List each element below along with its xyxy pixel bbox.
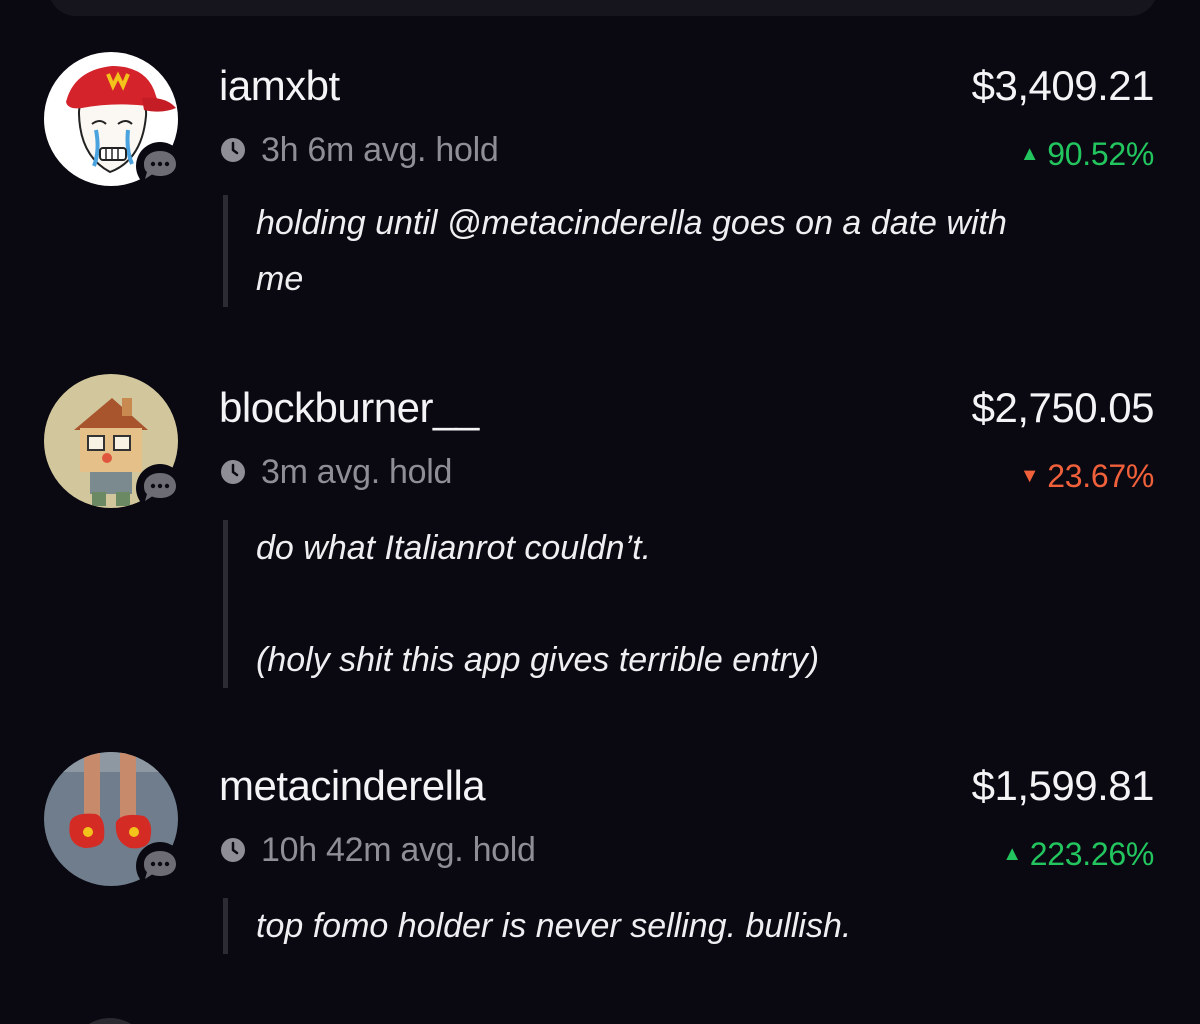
avatar[interactable] <box>44 752 184 890</box>
avg-hold-time: 10h 42m avg. hold <box>261 830 536 869</box>
clock-icon <box>221 838 245 862</box>
comment-line: top fomo holder is never selling. bullis… <box>256 907 852 945</box>
change-percent: 223.26% <box>1029 835 1155 872</box>
avatar[interactable] <box>44 374 184 512</box>
holder-row[interactable]: blockburner__ $2,750.05 3m avg. hold ▼ 2… <box>0 322 1200 722</box>
username[interactable]: metacinderella <box>219 762 486 810</box>
avg-hold-time: 3m avg. hold <box>261 452 453 491</box>
holders-list-screen: iamxbt $3,409.21 3h 6m avg. hold ▲ 90.52… <box>0 0 1200 1024</box>
trend-up-icon: ▲ <box>1019 142 1040 165</box>
trend-up-icon: ▲ <box>1002 842 1022 865</box>
username[interactable]: blockburner__ <box>219 384 479 432</box>
price-change: ▼ 23.67% <box>1019 456 1155 496</box>
holder-comment: holding until @metacinderella goes on a … <box>223 195 1156 307</box>
comment-line: do what Italianrot couldn’t. <box>256 529 652 567</box>
comment-line <box>256 576 1156 632</box>
comment-line: holding until @metacinderella goes on a … <box>256 204 1007 242</box>
avg-hold-time: 3h 6m avg. hold <box>261 130 499 169</box>
clock-icon <box>221 460 245 484</box>
chat-bubble-icon[interactable] <box>136 142 184 190</box>
change-percent: 23.67% <box>1047 457 1154 494</box>
price-change: ▲ 90.52% <box>1019 134 1155 174</box>
comment-line: (holy shit this app gives terrible entry… <box>256 641 820 679</box>
holder-comment: do what Italianrot couldn’t. (holy shit … <box>223 520 1156 688</box>
trend-down-icon: ▼ <box>1019 464 1040 487</box>
avatar[interactable] <box>44 52 184 190</box>
price-change: ▲ 223.26% <box>1002 834 1154 874</box>
holder-row[interactable]: metacinderella $1,599.81 10h 42m avg. ho… <box>0 700 1200 1020</box>
avg-hold-row: 10h 42m avg. hold <box>219 830 536 870</box>
avg-hold-row: 3m avg. hold <box>219 452 452 492</box>
avg-hold-row: 3h 6m avg. hold <box>219 130 499 170</box>
comment-line: me <box>256 260 304 298</box>
holding-amount: $2,750.05 <box>971 384 1155 431</box>
username[interactable]: iamxbt <box>219 62 340 110</box>
holder-row[interactable]: iamxbt $3,409.21 3h 6m avg. hold ▲ 90.52… <box>0 0 1200 330</box>
holding-amount: $3,409.21 <box>971 62 1155 109</box>
clock-icon <box>221 138 245 162</box>
change-percent: 90.52% <box>1047 135 1154 172</box>
holding-amount: $1,599.81 <box>971 762 1155 809</box>
chat-bubble-icon[interactable] <box>136 464 184 512</box>
chat-bubble-icon[interactable] <box>136 842 184 890</box>
holder-comment: top fomo holder is never selling. bullis… <box>223 898 1156 954</box>
